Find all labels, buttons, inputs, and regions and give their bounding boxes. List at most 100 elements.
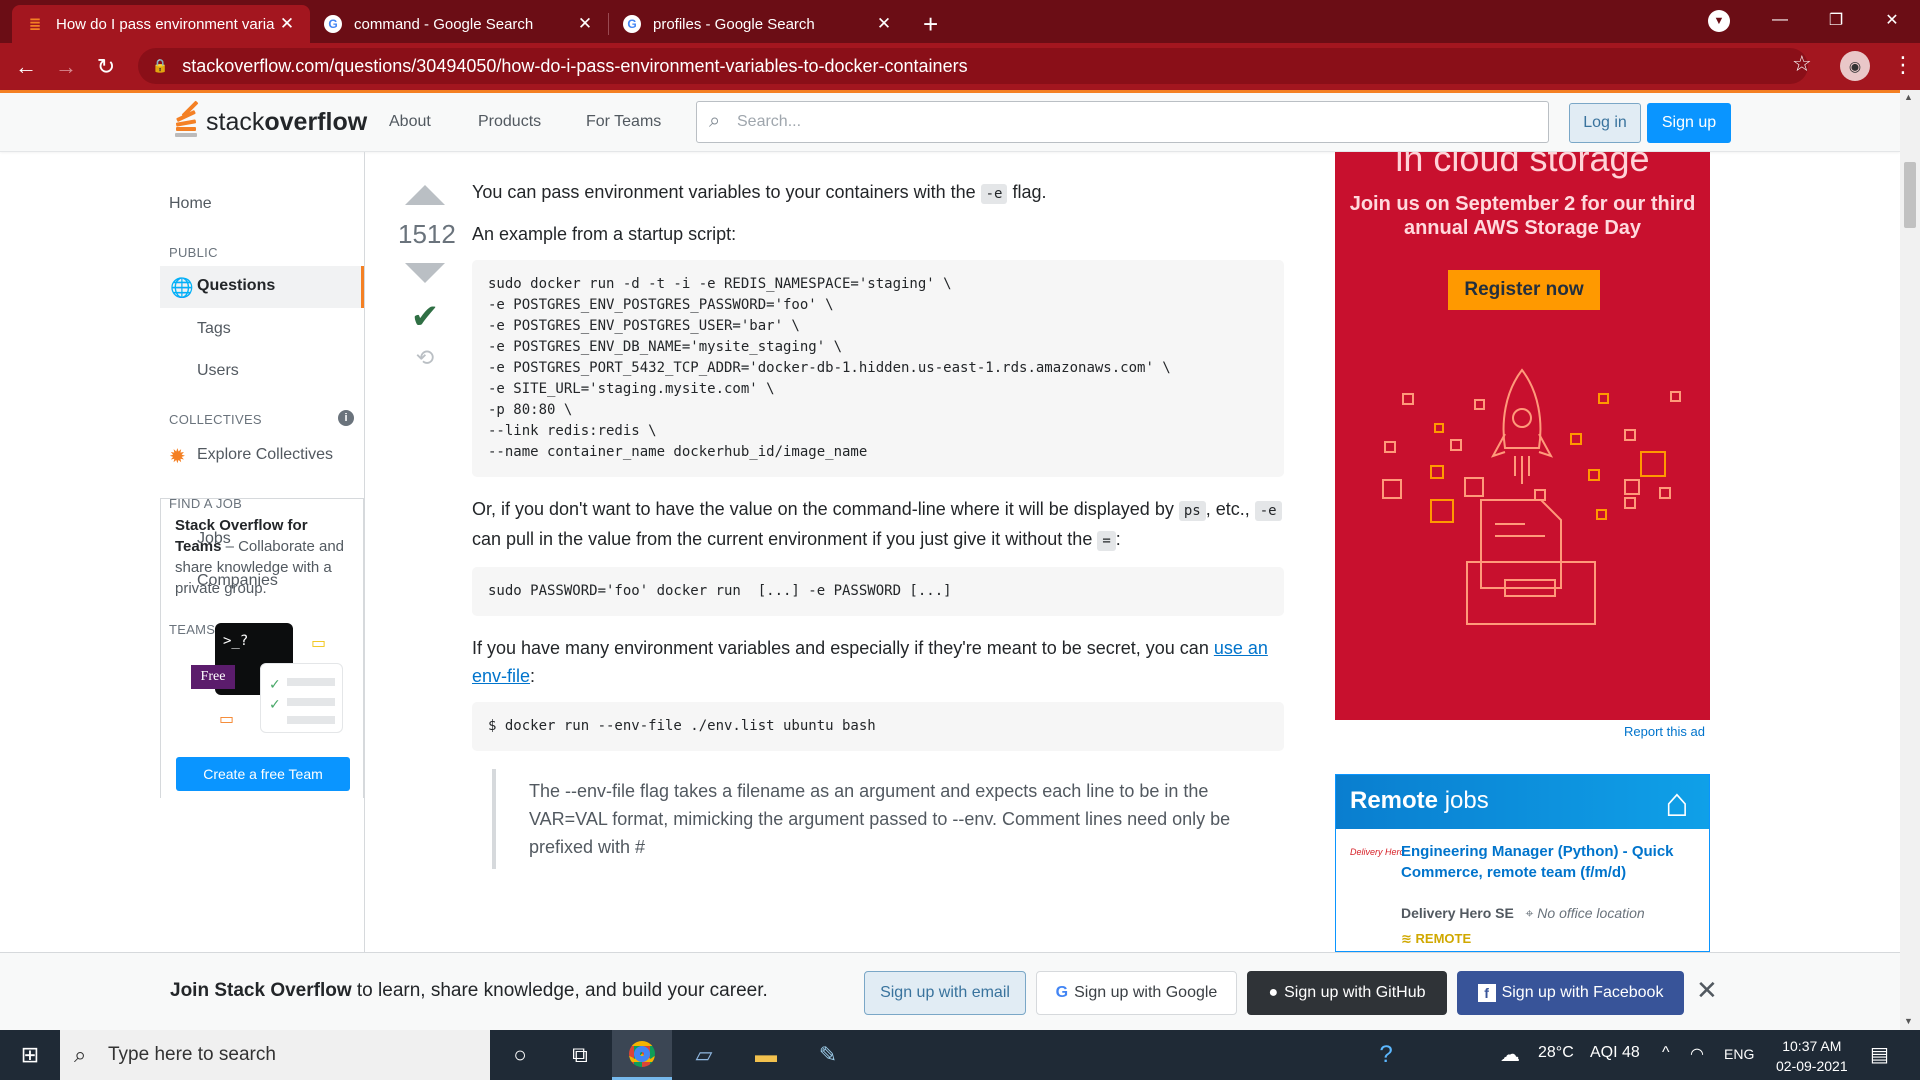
app-taskbar-icon[interactable]: ▱ bbox=[674, 1030, 734, 1080]
signup-banner: Join Stack Overflow to learn, share know… bbox=[0, 952, 1900, 1030]
clock[interactable]: 10:37 AM 02-09-2021 bbox=[1776, 1036, 1848, 1076]
wifi-icon: ≋ bbox=[1401, 931, 1412, 946]
teams-promo: Stack Overflow for Teams – Collaborate a… bbox=[160, 498, 364, 798]
signup-button[interactable]: Sign up bbox=[1647, 103, 1731, 143]
wifi-icon[interactable]: ◠ bbox=[1690, 1044, 1704, 1064]
search-placeholder: Search... bbox=[737, 113, 802, 130]
text: : bbox=[530, 666, 536, 686]
bookmark-star-icon[interactable]: ☆ bbox=[1792, 51, 1812, 77]
language-indicator[interactable]: ENG bbox=[1724, 1046, 1754, 1062]
nav-for-teams[interactable]: For Teams bbox=[586, 113, 661, 131]
upvote-icon[interactable] bbox=[405, 185, 445, 205]
clock-time: 10:37 AM bbox=[1782, 1038, 1842, 1054]
help-icon[interactable]: ? bbox=[1356, 1030, 1416, 1080]
register-now-button[interactable]: Register now bbox=[1448, 270, 1600, 310]
tray-chevron-icon[interactable]: ^ bbox=[1662, 1044, 1670, 1062]
button-label: Sign up with Google bbox=[1074, 984, 1218, 1001]
nav-products[interactable]: Products bbox=[478, 113, 541, 131]
job-company-line: Delivery Hero SE ⌖ No office location bbox=[1401, 905, 1645, 922]
code-block: sudo PASSWORD='foo' docker run [...] -e … bbox=[472, 567, 1284, 616]
remote-jobs-widget: Remote jobs ⌂ Delivery Hero Engineering M… bbox=[1335, 774, 1710, 952]
air-quality[interactable]: AQI 48 bbox=[1590, 1044, 1640, 1062]
sidebar-item-tags[interactable]: Tags bbox=[197, 320, 231, 338]
button-label: Sign up with Facebook bbox=[1501, 984, 1664, 1001]
tab-search-icon[interactable]: ▼ bbox=[1708, 10, 1730, 32]
job-title-link[interactable]: Engineering Manager (Python) - Quick Com… bbox=[1401, 841, 1681, 883]
text: , etc., bbox=[1205, 499, 1255, 519]
signup-email-button[interactable]: Sign up with email bbox=[864, 971, 1026, 1015]
minimize-icon[interactable]: — bbox=[1752, 0, 1808, 40]
text: can pull in the value from the current e… bbox=[472, 529, 1098, 549]
new-tab-button[interactable]: + bbox=[907, 5, 954, 43]
close-icon[interactable]: ✕ bbox=[1696, 975, 1718, 1006]
answer-body: You can pass environment variables to yo… bbox=[472, 178, 1284, 869]
inline-code: -e bbox=[1254, 501, 1282, 521]
windows-start-icon[interactable]: ⊞ bbox=[0, 1030, 60, 1080]
downvote-icon[interactable] bbox=[405, 263, 445, 283]
nav-about[interactable]: About bbox=[389, 113, 431, 131]
create-team-button[interactable]: Create a free Team bbox=[176, 757, 350, 791]
scroll-down-icon[interactable]: ▼ bbox=[1904, 1016, 1913, 1026]
profile-avatar[interactable]: ◉ bbox=[1840, 51, 1870, 81]
taskbar-search-input[interactable]: ⌕ Type here to search bbox=[60, 1030, 490, 1080]
sidebar-item-explore-collectives[interactable]: Explore Collectives bbox=[197, 446, 333, 464]
restore-icon[interactable]: ❐ bbox=[1808, 0, 1864, 40]
location-pin-icon: ⌖ bbox=[1525, 905, 1534, 921]
back-icon[interactable]: ← bbox=[6, 54, 46, 80]
file-explorer-icon[interactable]: ▬ bbox=[736, 1030, 796, 1080]
signup-google-button[interactable]: G Sign up with Google bbox=[1036, 971, 1237, 1015]
collectives-icon: ✹ bbox=[169, 446, 186, 468]
vote-cell: 1512 ✔ ⟲ bbox=[398, 185, 456, 371]
close-icon[interactable]: ✕ bbox=[875, 14, 893, 34]
close-icon[interactable]: ✕ bbox=[278, 14, 296, 34]
cortana-icon[interactable]: ○ bbox=[490, 1030, 550, 1080]
rocket-illustration bbox=[1382, 368, 1681, 625]
tab-stackoverflow[interactable]: ≣ How do I pass environment varia ✕ bbox=[12, 5, 310, 43]
text: Or, if you don't want to have the value … bbox=[472, 499, 1179, 519]
tab-google-command[interactable]: G command - Google Search ✕ bbox=[310, 5, 608, 43]
teams-illustration: >_? ✓ ✓ Free ▭ ▭ bbox=[183, 623, 343, 733]
site-header: stack overflow About Products For Teams ⌕… bbox=[0, 90, 1900, 152]
accepted-check-icon: ✔ bbox=[410, 298, 440, 336]
job-company: Delivery Hero SE bbox=[1401, 905, 1514, 921]
task-view-icon[interactable]: ⧉ bbox=[550, 1030, 610, 1080]
forward-icon[interactable]: → bbox=[46, 54, 86, 80]
job-location: No office location bbox=[1537, 905, 1645, 921]
inline-code: ps bbox=[1178, 501, 1206, 521]
sidebar-item-questions[interactable]: 🌐 Questions bbox=[160, 266, 364, 308]
paragraph: Or, if you don't want to have the value … bbox=[472, 495, 1284, 555]
checklist-icon: ✓ ✓ bbox=[260, 663, 343, 733]
login-button[interactable]: Log in bbox=[1569, 103, 1641, 143]
sidebar-item-home[interactable]: Home bbox=[169, 195, 212, 213]
scroll-up-icon[interactable]: ▲ bbox=[1904, 92, 1913, 102]
menu-icon[interactable]: ⋮ bbox=[1892, 52, 1914, 78]
tab-title: command - Google Search bbox=[354, 15, 534, 33]
sidebar-ad[interactable]: in cloud storage Join us on September 2 … bbox=[1335, 152, 1710, 720]
weather-temp[interactable]: 28°C bbox=[1538, 1044, 1574, 1062]
browser-tab-bar: ≣ How do I pass environment varia ✕ G co… bbox=[0, 0, 1920, 43]
tab-google-profiles[interactable]: G profiles - Google Search ✕ bbox=[609, 5, 907, 43]
stackoverflow-logo[interactable]: stack overflow bbox=[170, 100, 367, 141]
remote-jobs-header: Remote jobs ⌂ bbox=[1336, 775, 1709, 829]
signup-github-button[interactable]: ● Sign up with GitHub bbox=[1247, 971, 1447, 1015]
blockquote: The --env-file flag takes a filename as … bbox=[492, 769, 1284, 869]
scrollbar[interactable] bbox=[1900, 90, 1920, 1030]
tab-title: profiles - Google Search bbox=[653, 15, 815, 33]
sidebar-item-users[interactable]: Users bbox=[197, 362, 239, 380]
history-icon[interactable]: ⟲ bbox=[398, 345, 452, 371]
search-icon: ⌕ bbox=[74, 1042, 87, 1067]
company-logo: Delivery Hero bbox=[1350, 847, 1405, 857]
paint-icon[interactable]: ✎ bbox=[798, 1030, 858, 1080]
report-ad-link[interactable]: Report this ad bbox=[1624, 724, 1705, 739]
reload-icon[interactable]: ↻ bbox=[86, 54, 126, 80]
close-window-icon[interactable]: ✕ bbox=[1864, 0, 1920, 40]
close-icon[interactable]: ✕ bbox=[576, 14, 594, 34]
signup-facebook-button[interactable]: f Sign up with Facebook bbox=[1457, 971, 1684, 1015]
url-bar[interactable]: 🔒 stackoverflow.com/questions/30494050/h… bbox=[138, 48, 1808, 84]
notifications-icon[interactable]: ▤ bbox=[1870, 1042, 1889, 1067]
chrome-taskbar-icon[interactable] bbox=[612, 1030, 672, 1080]
search-input[interactable]: ⌕ Search... bbox=[696, 101, 1549, 143]
ad-subtitle: Join us on September 2 for our third ann… bbox=[1349, 193, 1696, 239]
scrollbar-thumb[interactable] bbox=[1904, 162, 1916, 228]
info-icon[interactable]: i bbox=[338, 410, 354, 426]
